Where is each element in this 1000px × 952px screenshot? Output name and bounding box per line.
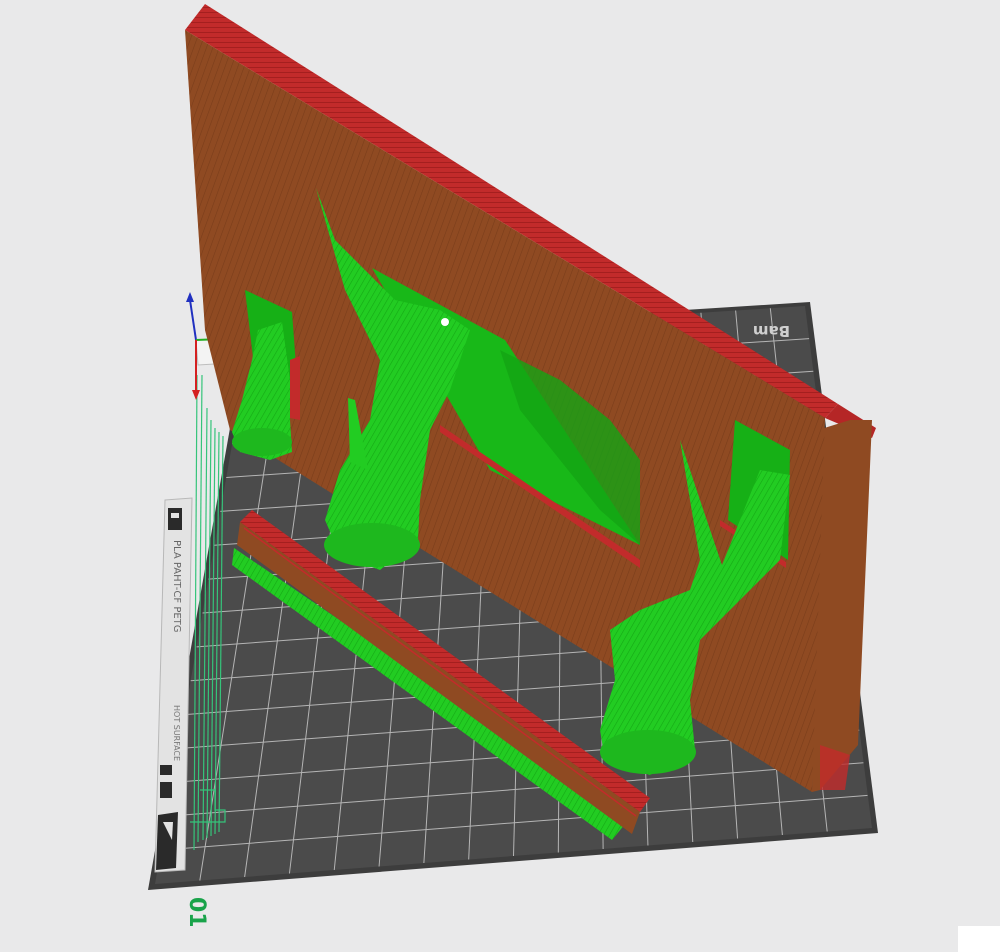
bed-material-label: PLA PAHT-CF PETG (171, 540, 182, 633)
corner-panel (958, 926, 1000, 952)
3d-viewport[interactable]: PLA PAHT-CF PETG HOT SURFACE Bam 01 (0, 0, 1000, 952)
bed-lock-icon (168, 508, 182, 530)
bed-brand-label: Bam (753, 322, 790, 340)
build-plate-scene[interactable]: PLA PAHT-CF PETG HOT SURFACE Bam 01 (0, 0, 1000, 952)
bed-notice: HOT SURFACE (172, 705, 181, 761)
plate-number: 01 (184, 897, 209, 928)
bed-side-panel: PLA PAHT-CF PETG HOT SURFACE (154, 497, 193, 873)
